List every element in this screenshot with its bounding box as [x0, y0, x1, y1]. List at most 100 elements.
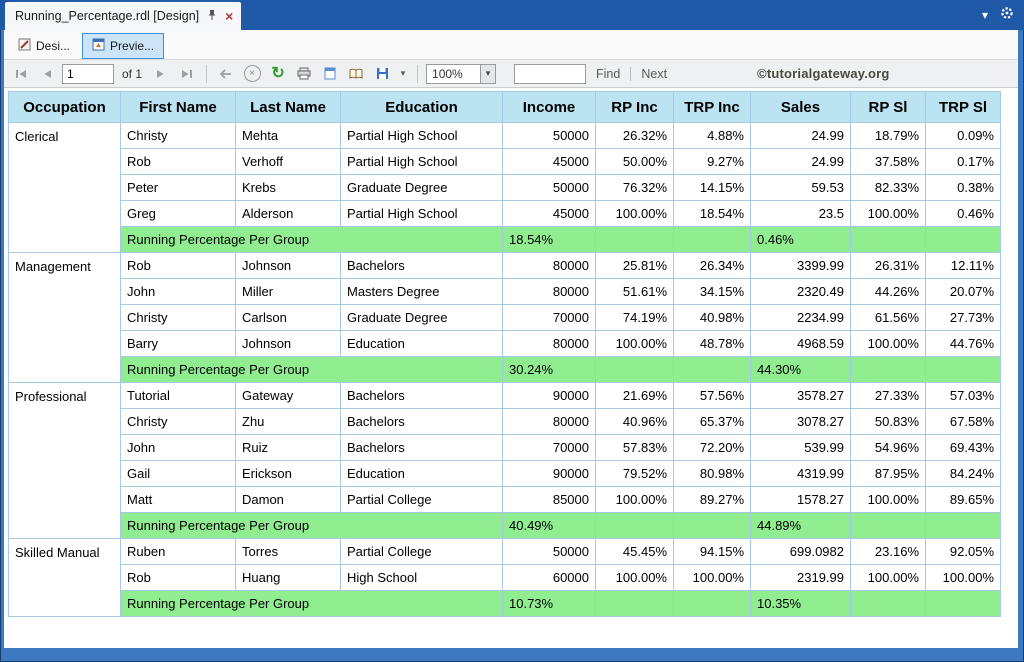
- cell: 100.00%: [596, 565, 674, 591]
- cell: 48.78%: [674, 331, 751, 357]
- summary-empty-cell: [926, 357, 1001, 383]
- back-button[interactable]: [215, 63, 237, 85]
- cell: Gateway: [236, 383, 341, 409]
- cell: 100.00%: [851, 201, 926, 227]
- column-header: Income: [503, 92, 596, 123]
- pin-icon[interactable]: [207, 9, 217, 24]
- cell: 80000: [503, 409, 596, 435]
- column-header: RP Sl: [851, 92, 926, 123]
- cell: Partial High School: [341, 123, 503, 149]
- summary-row: Running Percentage Per Group30.24%44.30%: [9, 357, 1001, 383]
- summary-empty-cell: [926, 513, 1001, 539]
- print-button[interactable]: [293, 63, 315, 85]
- summary-label: Running Percentage Per Group: [121, 227, 503, 253]
- cell: 45.45%: [596, 539, 674, 565]
- table-row: GailEricksonEducation9000079.52%80.98%43…: [9, 461, 1001, 487]
- document-tab[interactable]: Running_Percentage.rdl [Design] ×: [5, 2, 241, 30]
- cell: 82.33%: [851, 175, 926, 201]
- cell: 40.96%: [596, 409, 674, 435]
- tab-preview[interactable]: Previe...: [82, 33, 164, 59]
- cell: 0.09%: [926, 123, 1001, 149]
- export-button[interactable]: [371, 63, 393, 85]
- page-count-label: of 1: [122, 67, 142, 81]
- summary-empty-cell: [851, 591, 926, 617]
- current-page-input[interactable]: [62, 64, 114, 84]
- cell: Krebs: [236, 175, 341, 201]
- summary-row: Running Percentage Per Group18.54%0.46%: [9, 227, 1001, 253]
- tab-design[interactable]: Desi...: [8, 33, 80, 59]
- summary-sales-value: 44.89%: [751, 513, 851, 539]
- cell: Tutorial: [121, 383, 236, 409]
- find-button[interactable]: Find: [596, 67, 620, 81]
- zoom-dropdown-icon[interactable]: ▾: [480, 64, 496, 84]
- cell: 3399.99: [751, 253, 851, 279]
- table-row: Skilled ManualRubenTorresPartial College…: [9, 539, 1001, 565]
- cell: 34.15%: [674, 279, 751, 305]
- chevron-down-icon[interactable]: ▾: [982, 9, 988, 21]
- previous-page-button[interactable]: [36, 63, 58, 85]
- cell: 23.16%: [851, 539, 926, 565]
- column-header: Last Name: [236, 92, 341, 123]
- cell: 50.83%: [851, 409, 926, 435]
- cell: 2319.99: [751, 565, 851, 591]
- table-row: RobHuangHigh School60000100.00%100.00%23…: [9, 565, 1001, 591]
- last-page-button[interactable]: [176, 63, 198, 85]
- cell: Rob: [121, 149, 236, 175]
- cell: Gail: [121, 461, 236, 487]
- cell: Barry: [121, 331, 236, 357]
- cell: Partial College: [341, 539, 503, 565]
- table-row: ClericalChristyMehtaPartial High School5…: [9, 123, 1001, 149]
- cell: 80000: [503, 253, 596, 279]
- cell: Graduate Degree: [341, 305, 503, 331]
- cell: 100.00%: [596, 487, 674, 513]
- gear-icon[interactable]: [1000, 6, 1014, 25]
- cell: 27.73%: [926, 305, 1001, 331]
- cell: John: [121, 435, 236, 461]
- refresh-button[interactable]: ↻: [267, 63, 289, 85]
- cell: 90000: [503, 461, 596, 487]
- table-row: ChristyCarlsonGraduate Degree7000074.19%…: [9, 305, 1001, 331]
- window-content: Desi... Previe... of 1: [4, 30, 1018, 648]
- cell: Huang: [236, 565, 341, 591]
- find-input[interactable]: [514, 64, 586, 84]
- cell: 0.46%: [926, 201, 1001, 227]
- first-page-button[interactable]: [10, 63, 32, 85]
- titlebar-controls: ▾: [982, 0, 1014, 30]
- cell: Zhu: [236, 409, 341, 435]
- cell: 4968.59: [751, 331, 851, 357]
- cell: Ruben: [121, 539, 236, 565]
- occupation-group-cell: Clerical: [9, 123, 121, 253]
- stop-button[interactable]: ×: [241, 63, 263, 85]
- next-page-button[interactable]: [150, 63, 172, 85]
- cell: 87.95%: [851, 461, 926, 487]
- cell: 50000: [503, 175, 596, 201]
- cell: 80000: [503, 279, 596, 305]
- cell: 37.58%: [851, 149, 926, 175]
- cell: 23.5: [751, 201, 851, 227]
- page-setup-button[interactable]: [345, 63, 367, 85]
- summary-label: Running Percentage Per Group: [121, 357, 503, 383]
- column-header: Education: [341, 92, 503, 123]
- cell: 90000: [503, 383, 596, 409]
- zoom-select[interactable]: 100% ▾: [426, 64, 496, 84]
- cell: 18.54%: [674, 201, 751, 227]
- header-row: OccupationFirst NameLast NameEducationIn…: [9, 92, 1001, 123]
- cell: Masters Degree: [341, 279, 503, 305]
- cell: 51.61%: [596, 279, 674, 305]
- summary-sales-value: 10.35%: [751, 591, 851, 617]
- cell: 76.32%: [596, 175, 674, 201]
- summary-sales-value: 44.30%: [751, 357, 851, 383]
- cell: Mehta: [236, 123, 341, 149]
- print-layout-button[interactable]: [319, 63, 341, 85]
- cell: 100.00%: [926, 565, 1001, 591]
- summary-empty-cell: [674, 357, 751, 383]
- cell: Verhoff: [236, 149, 341, 175]
- summary-income-value: 10.73%: [503, 591, 596, 617]
- export-dropdown-icon[interactable]: ▾: [397, 63, 409, 85]
- summary-empty-cell: [674, 591, 751, 617]
- cell: 89.65%: [926, 487, 1001, 513]
- cell: 57.56%: [674, 383, 751, 409]
- summary-empty-cell: [851, 227, 926, 253]
- close-icon[interactable]: ×: [225, 8, 233, 24]
- find-next-button[interactable]: Next: [641, 67, 667, 81]
